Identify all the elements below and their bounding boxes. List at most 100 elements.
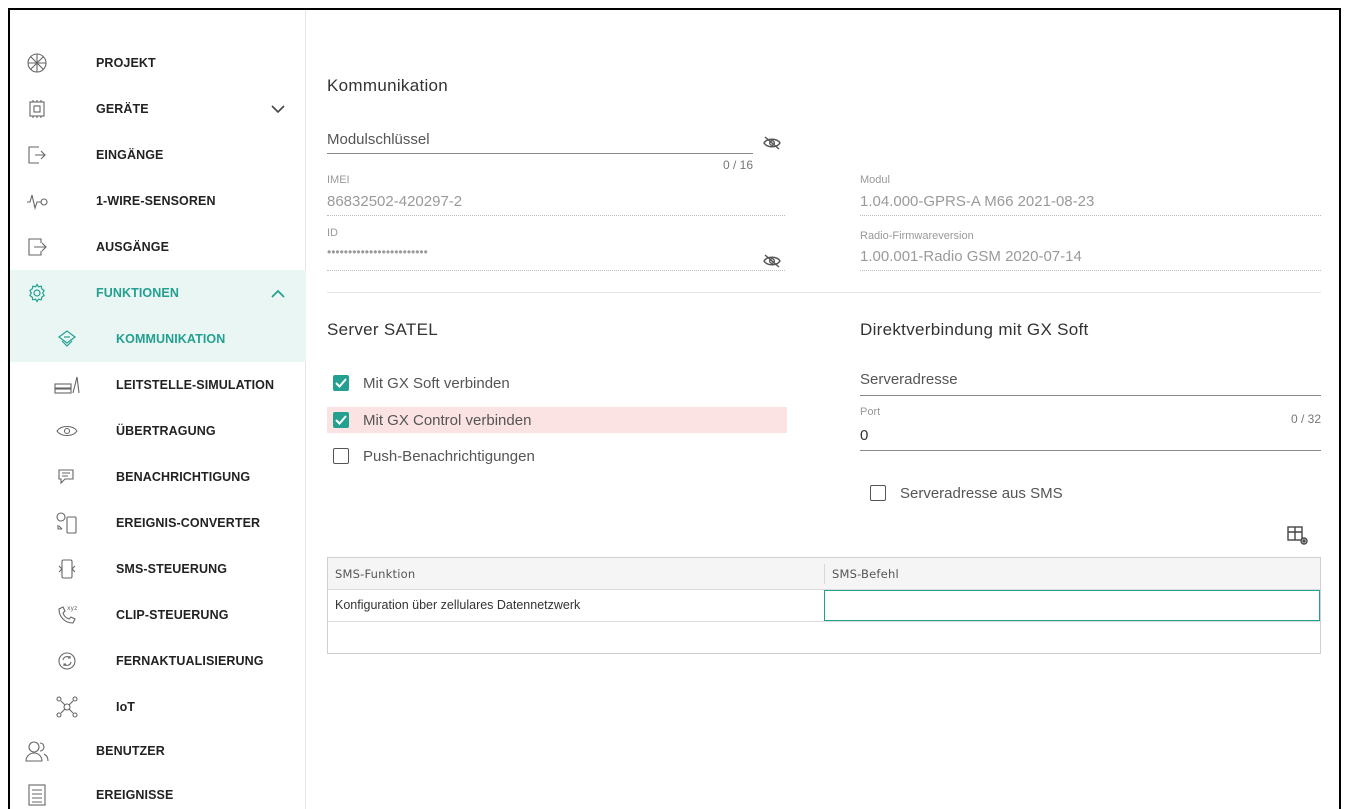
id-underline xyxy=(327,270,785,271)
outputs-icon xyxy=(24,234,50,260)
table-row: Konfiguration über zellulares Datennetzw… xyxy=(328,590,1320,622)
sidebar-item-ausgaenge[interactable]: AUSGÄNGE xyxy=(10,224,306,270)
sidebar-item-1wire[interactable]: 1-WIRE-SENSOREN xyxy=(10,178,306,224)
events-list-icon xyxy=(24,782,50,808)
page-title: Kommunikation xyxy=(327,76,449,95)
sidebar-item-funktionen[interactable]: FUNKTIONEN xyxy=(10,270,306,316)
chevron-down-icon[interactable] xyxy=(268,99,288,119)
port-underline xyxy=(860,450,1321,451)
sidebar-item-label: EREIGNISSE xyxy=(96,788,174,802)
sidebar-item-label: EREIGNIS-CONVERTER xyxy=(116,516,261,530)
main-content: Kommunikation Modulschlüssel 0 / 16 IMEI… xyxy=(307,10,1341,809)
modul-label: Modul xyxy=(860,174,890,186)
id-value: •••••••••••••••••••••••• xyxy=(327,245,428,259)
radio-fw-value: 1.00.001-Radio GSM 2020-07-14 xyxy=(860,248,1082,265)
app-window: PROJEKT GERÄTE EINGÄNGE 1-WIRE-SENSOREN xyxy=(8,8,1341,809)
divider xyxy=(327,292,1321,293)
notification-chat-icon xyxy=(54,464,80,490)
chevron-up-icon[interactable] xyxy=(268,283,288,303)
clip-phone-icon: xyz xyxy=(54,602,80,628)
inputs-icon xyxy=(24,142,50,168)
eye-hidden-icon[interactable] xyxy=(763,254,781,268)
sidebar-item-label: CLIP-STEUERUNG xyxy=(116,608,229,622)
1wire-sensor-icon xyxy=(24,188,50,214)
server-address-underline xyxy=(860,395,1321,396)
radio-fw-label: Radio-Firmwareversion xyxy=(860,230,974,242)
sidebar-item-label: BENUTZER xyxy=(96,744,165,758)
checkbox-unchecked[interactable] xyxy=(333,448,349,464)
sidebar-item-benutzer[interactable]: BENUTZER xyxy=(10,728,306,774)
sidebar-item-uebertragung[interactable]: ÜBERTRAGUNG xyxy=(10,408,306,454)
sidebar: PROJEKT GERÄTE EINGÄNGE 1-WIRE-SENSOREN xyxy=(10,10,306,809)
sidebar-item-geraete[interactable]: GERÄTE xyxy=(10,86,306,132)
monitoring-station-icon xyxy=(54,372,80,398)
checkbox-checked[interactable] xyxy=(333,375,349,391)
sidebar-item-label: 1-WIRE-SENSOREN xyxy=(96,194,216,208)
server-address-sms-checkbox[interactable]: Serveradresse aus SMS xyxy=(860,480,1160,506)
sidebar-item-label: EINGÄNGE xyxy=(96,148,164,162)
server-satel-title: Server SATEL xyxy=(327,320,438,339)
checkbox-unchecked[interactable] xyxy=(870,485,886,501)
table-header: SMS-Funktion SMS-Befehl xyxy=(328,558,1320,590)
sidebar-item-label: LEITSTELLE-SIMULATION xyxy=(116,378,275,392)
sidebar-item-clip-steuerung[interactable]: xyz CLIP-STEUERUNG xyxy=(10,592,306,638)
sidebar-item-iot[interactable]: IoT xyxy=(10,684,306,730)
sidebar-item-sms-steuerung[interactable]: SMS-STEUERUNG xyxy=(10,546,306,592)
checkbox-label: Mit GX Soft verbinden xyxy=(363,374,510,392)
users-icon xyxy=(24,738,50,764)
gx-soft-checkbox[interactable]: Mit GX Soft verbinden xyxy=(327,370,787,396)
imei-value: 86832502-420297-2 xyxy=(327,193,463,210)
checkbox-label: Serveradresse aus SMS xyxy=(900,484,1063,502)
communication-icon xyxy=(54,326,80,352)
table-settings-icon[interactable] xyxy=(1287,526,1309,546)
module-key-underline xyxy=(327,153,753,154)
imei-underline xyxy=(327,215,785,216)
project-icon xyxy=(24,50,50,76)
sms-table: SMS-Funktion SMS-Befehl Konfiguration üb… xyxy=(327,557,1321,654)
sidebar-item-label: IoT xyxy=(116,700,136,714)
sidebar-item-eingaenge[interactable]: EINGÄNGE xyxy=(10,132,306,178)
sidebar-item-label: FERNAKTUALISIERUNG xyxy=(116,654,264,668)
checkbox-checked[interactable] xyxy=(333,412,349,428)
id-label: ID xyxy=(327,227,338,239)
checkbox-label: Mit GX Control verbinden xyxy=(363,411,532,429)
imei-label: IMEI xyxy=(327,174,350,186)
eye-hidden-icon[interactable] xyxy=(763,136,781,150)
server-address-counter: 0 / 32 xyxy=(1290,412,1321,426)
sidebar-item-projekt[interactable]: PROJEKT xyxy=(10,40,306,86)
eye-transmission-icon xyxy=(54,418,80,444)
sidebar-item-kommunikation[interactable]: KOMMUNIKATION xyxy=(10,316,306,362)
sidebar-item-label: GERÄTE xyxy=(96,102,149,116)
remote-update-icon xyxy=(54,648,80,674)
modul-value: 1.04.000-GPRS-A M66 2021-08-23 xyxy=(860,193,1095,210)
sidebar-item-label: FUNKTIONEN xyxy=(96,286,179,300)
sidebar-item-ereignis-converter[interactable]: EREIGNIS-CONVERTER xyxy=(10,500,306,546)
modul-underline xyxy=(860,215,1321,216)
sidebar-item-label: ÜBERTRAGUNG xyxy=(116,424,216,438)
sidebar-item-leitstelle-simulation[interactable]: LEITSTELLE-SIMULATION xyxy=(10,362,306,408)
column-header-sms-function[interactable]: SMS-Funktion xyxy=(335,567,415,581)
direct-connection-title: Direktverbindung mit GX Soft xyxy=(860,320,1089,339)
port-input[interactable]: 0 xyxy=(860,427,868,444)
iot-network-icon xyxy=(54,694,80,720)
sidebar-item-label: PROJEKT xyxy=(96,56,156,70)
sidebar-item-benachrichtigung[interactable]: BENACHRICHTIGUNG xyxy=(10,454,306,500)
column-header-sms-command[interactable]: SMS-Befehl xyxy=(832,567,899,581)
port-label: Port xyxy=(860,406,881,418)
sidebar-item-ereignisse[interactable]: EREIGNISSE xyxy=(10,772,306,809)
module-key-input[interactable]: Modulschlüssel xyxy=(327,131,430,148)
checkbox-label: Push-Benachrichtigungen xyxy=(363,447,535,465)
table-cell-function: Konfiguration über zellulares Datennetzw… xyxy=(335,598,581,612)
sidebar-item-label: AUSGÄNGE xyxy=(96,240,170,254)
table-cell-command-input[interactable] xyxy=(824,590,1320,621)
svg-text:xyz: xyz xyxy=(67,605,77,612)
server-address-input[interactable]: Serveradresse xyxy=(860,371,958,388)
gear-icon xyxy=(24,280,50,306)
gx-control-checkbox[interactable]: Mit GX Control verbinden xyxy=(327,407,787,433)
radio-fw-underline xyxy=(860,270,1321,271)
push-notifications-checkbox[interactable]: Push-Benachrichtigungen xyxy=(327,443,787,469)
event-converter-icon xyxy=(54,510,80,536)
sidebar-item-label: BENACHRICHTIGUNG xyxy=(116,470,251,484)
sidebar-item-fernaktualisierung[interactable]: FERNAKTUALISIERUNG xyxy=(10,638,306,684)
column-separator[interactable] xyxy=(824,564,825,584)
